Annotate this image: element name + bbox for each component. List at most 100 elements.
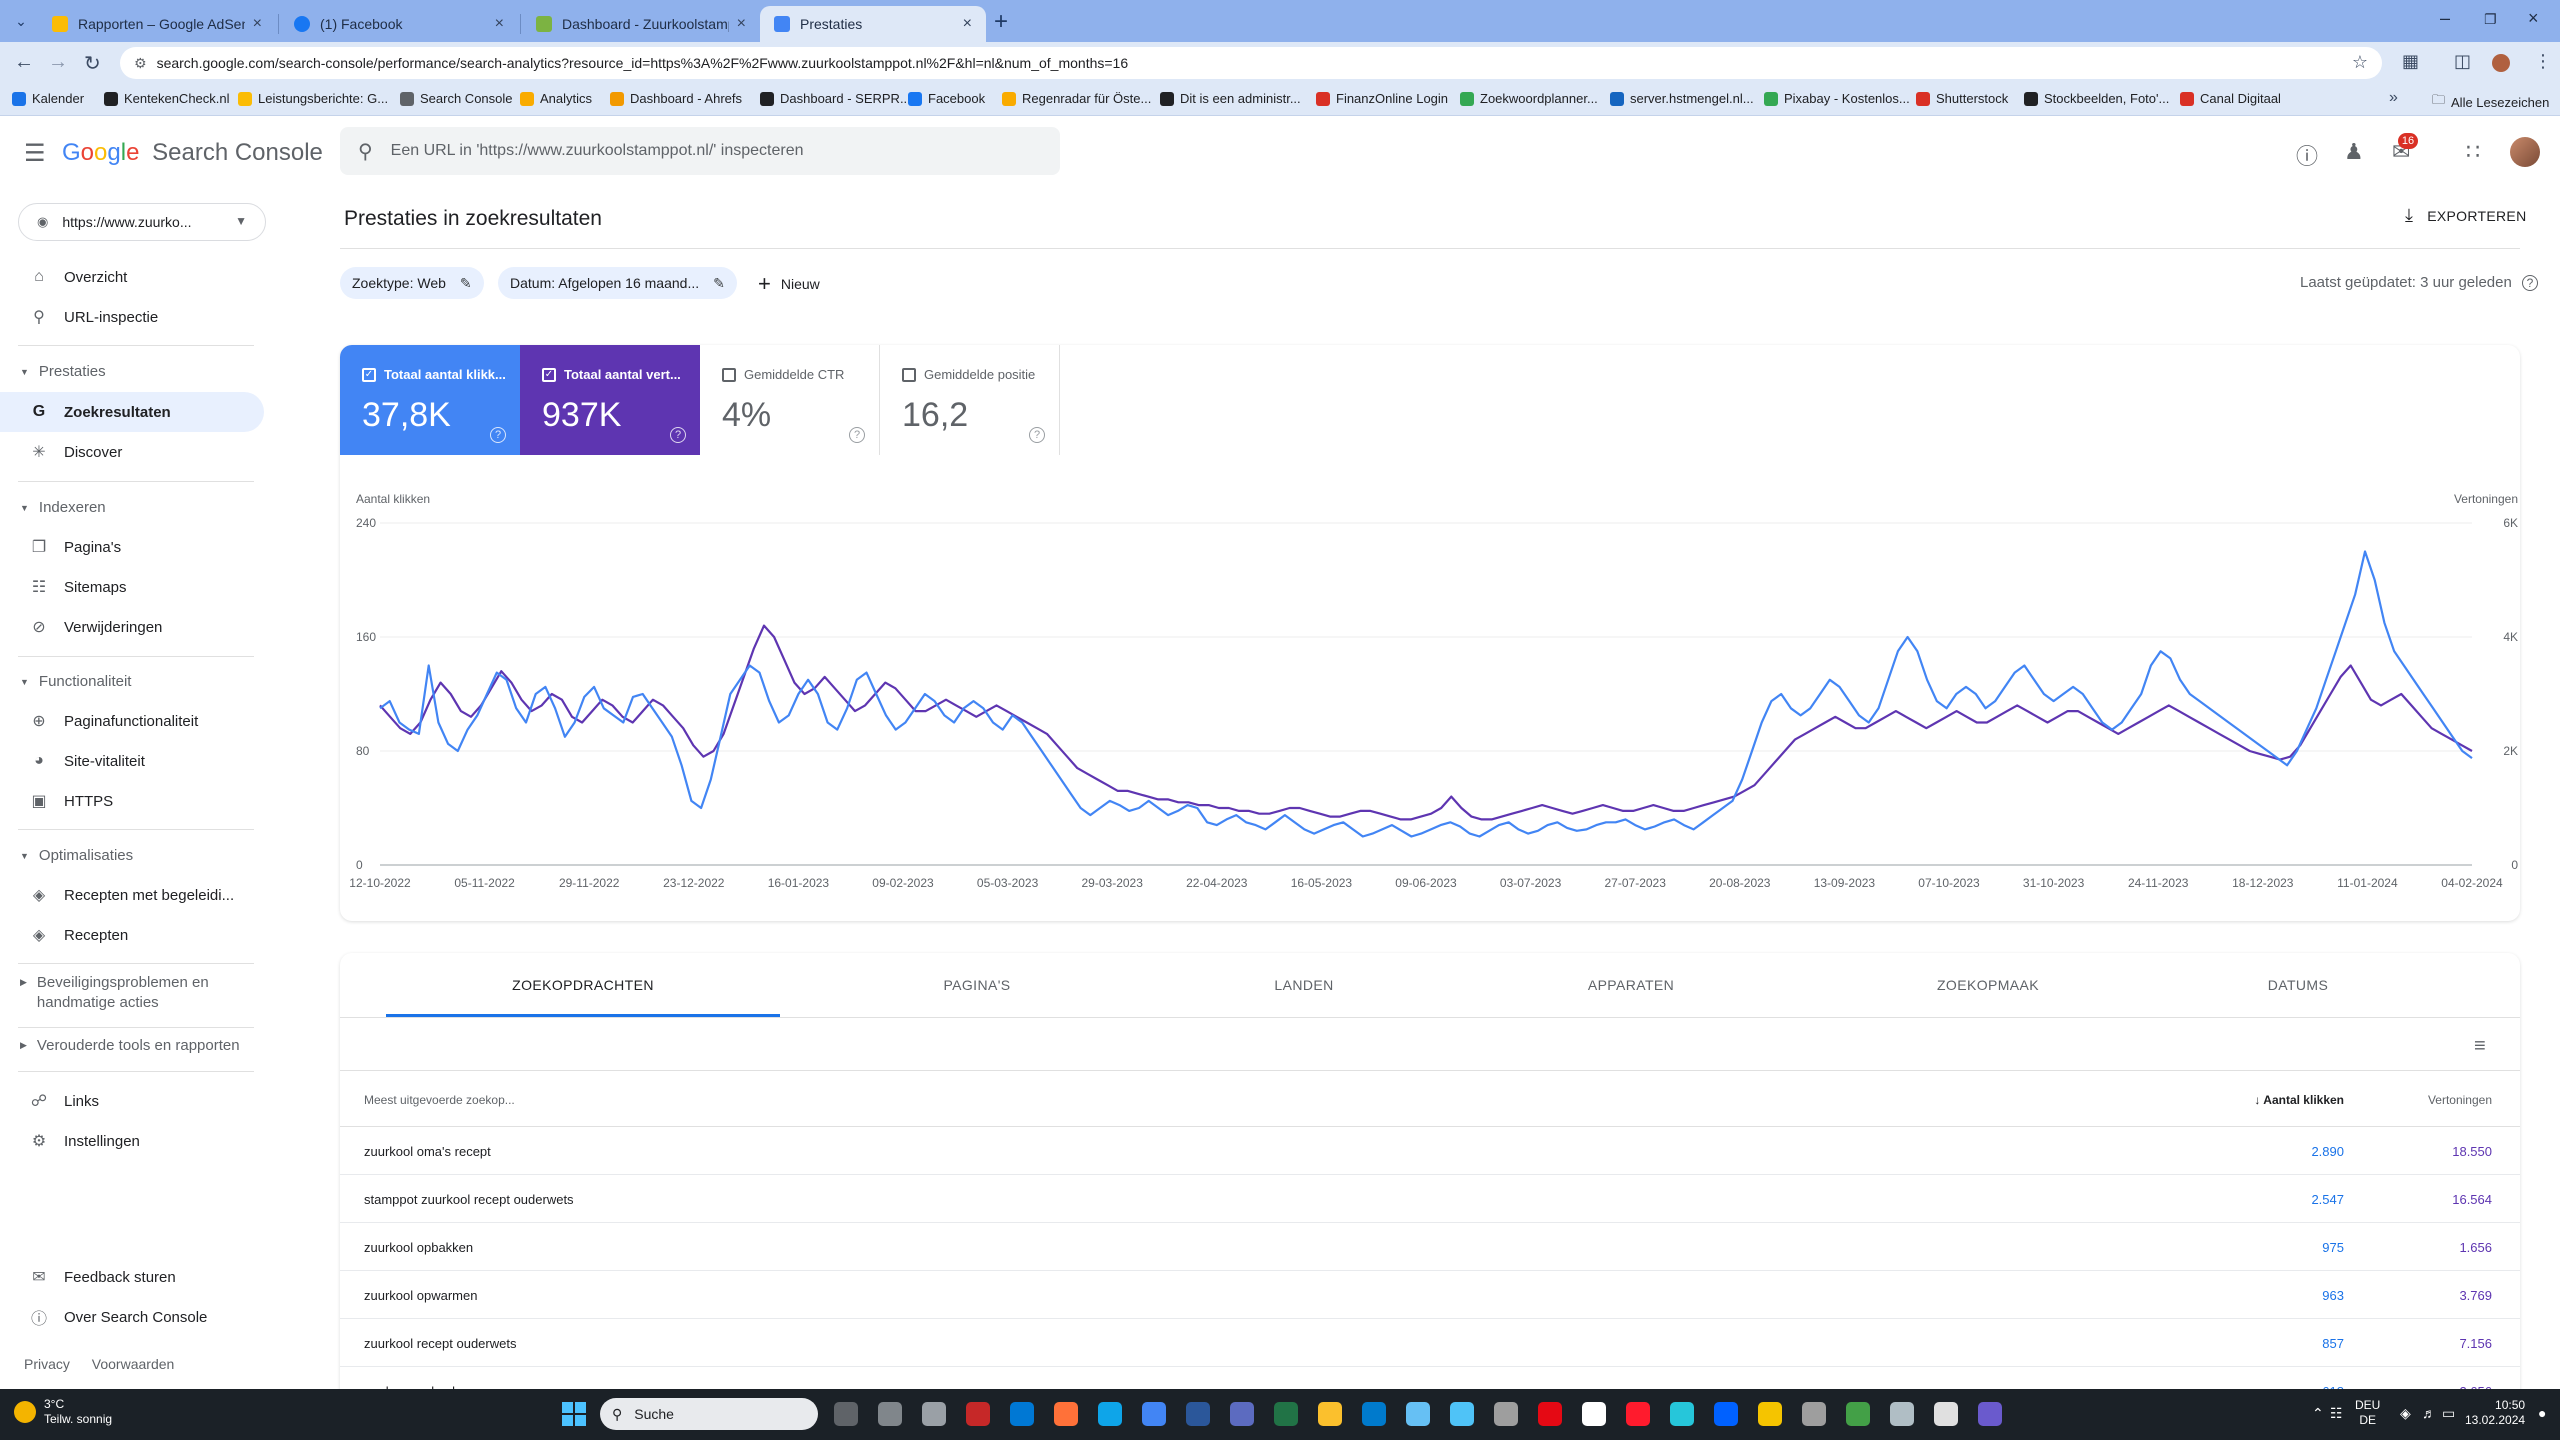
terms-link[interactable]: Voorwaarden (92, 1356, 175, 1372)
sidebar-item-discover[interactable]: ✳ Discover (0, 432, 264, 472)
sidebar-item-feedback[interactable]: ✉ Feedback sturen (0, 1257, 264, 1297)
bookmark-item[interactable]: Analytics (520, 91, 592, 106)
filezilla-icon[interactable] (966, 1402, 990, 1426)
bookmark-item[interactable]: Regenradar für Öste... (1002, 91, 1151, 106)
apps-grid-icon[interactable]: ∷ (2466, 139, 2480, 165)
close-tab-icon[interactable]: × (963, 15, 972, 33)
file-manager-icon[interactable] (834, 1402, 858, 1426)
close-window-icon[interactable]: × (2528, 8, 2539, 29)
url-omnibox[interactable]: ⚙ search.google.com/search-console/perfo… (120, 47, 2382, 79)
wifi-icon[interactable]: ◈ (2400, 1405, 2411, 1422)
tab-devices[interactable]: APPARATEN (1434, 953, 1828, 1017)
close-tab-icon[interactable]: × (253, 15, 262, 33)
filter-rows-icon[interactable]: ≡ (2474, 1035, 2486, 1058)
bookmark-star-icon[interactable]: ☆ (2352, 52, 2368, 73)
edit-pencil-icon[interactable]: ✎ (713, 275, 725, 292)
back-arrow-icon[interactable]: ← (14, 51, 34, 74)
taskbar-clock[interactable]: 10:50 13.02.2024 (2465, 1398, 2525, 1428)
metric-card-position[interactable]: Gemiddelde positie 16,2 ? (880, 345, 1060, 455)
minimize-icon[interactable]: – (2440, 8, 2450, 29)
bookmark-item[interactable]: server.hstmengel.nl... (1610, 91, 1754, 106)
tab-list-chevron-icon[interactable]: ⌄ (8, 8, 34, 34)
bookmark-item[interactable]: Shutterstock (1916, 91, 2008, 106)
weather-widget[interactable]: 3°C Teilw. sonnig (14, 1397, 112, 1427)
windows-start-icon[interactable] (562, 1402, 586, 1426)
archive-icon[interactable] (1494, 1402, 1518, 1426)
notes-icon[interactable] (878, 1402, 902, 1426)
bookmarks-overflow-icon[interactable]: » (2389, 89, 2398, 107)
sidebar-section-legacy[interactable]: ▶ Verouderde tools en rapporten (20, 1037, 240, 1054)
tab-search-appearance[interactable]: ZOEKOPMAAK (1828, 953, 2148, 1017)
vscode-icon[interactable] (1362, 1402, 1386, 1426)
forward-arrow-icon[interactable]: → (48, 51, 68, 74)
browser-menu-icon[interactable]: ⋮ (2534, 51, 2552, 72)
table-row[interactable]: stamppot zuurkool recept ouderwets 2.547 1… (340, 1175, 2520, 1223)
avatar[interactable] (2510, 137, 2540, 167)
column-header-impressions[interactable]: Vertoningen (2428, 1093, 2492, 1107)
url-inspect-search-input[interactable]: ⚲ Een URL in 'https://www.zuurkoolstampp… (340, 127, 1060, 175)
folder-icon[interactable] (1318, 1402, 1342, 1426)
checkbox-checked-icon[interactable]: ✓ (362, 367, 376, 382)
privacy-link[interactable]: Privacy (24, 1356, 70, 1372)
sidebar-item-recipes[interactable]: ◈ Recepten (0, 915, 264, 955)
metric-card-clicks[interactable]: ✓ Totaal aantal klikk... 37,8K ? (340, 345, 520, 455)
restore-icon[interactable]: ❐ (2484, 11, 2497, 28)
main-menu-icon[interactable]: ☰ (24, 139, 46, 168)
edit-pencil-icon[interactable]: ✎ (460, 275, 472, 292)
tray-chevron-icon[interactable]: ⌃ (2312, 1405, 2324, 1422)
bookmark-item[interactable]: Search Console (400, 91, 513, 106)
taskbar-search-input[interactable]: ⚲ Suche (600, 1398, 818, 1430)
new-tab-plus-icon[interactable]: + (994, 8, 1008, 36)
edge-icon[interactable] (1098, 1402, 1122, 1426)
help-icon[interactable]: ? (1029, 427, 1045, 443)
bookmark-item[interactable]: FinanzOnline Login (1316, 91, 1448, 106)
sidebar-item-about[interactable]: ⓘ Over Search Console (0, 1297, 264, 1337)
coin-icon[interactable] (1758, 1402, 1782, 1426)
battery-icon[interactable]: ▭ (2442, 1405, 2455, 1422)
tab-countries[interactable]: LANDEN (1174, 953, 1434, 1017)
browser-tab-facebook[interactable]: (1) Facebook × (280, 6, 518, 42)
profile-avatar-icon[interactable] (2492, 54, 2510, 72)
sidebar-item-sitemaps[interactable]: ☷ Sitemaps (0, 567, 264, 607)
sidebar-section-optimizations[interactable]: ▼ Optimalisaties (20, 847, 133, 864)
close-tab-icon[interactable]: × (495, 15, 504, 33)
netflix-icon[interactable] (1538, 1402, 1562, 1426)
extensions-puzzle-icon[interactable]: ▦ (2402, 51, 2419, 72)
language-indicator[interactable]: DEU DE (2355, 1398, 2380, 1428)
site-info-icon[interactable]: ⚙ (134, 55, 147, 72)
sidebar-item-search-results[interactable]: G Zoekresultaten (0, 392, 264, 432)
sidebar-item-https[interactable]: ▣ HTTPS (0, 781, 264, 821)
performance-line-chart[interactable]: Aantal klikken Vertoningen 240 6K 160 4K 80 2K 0… (340, 475, 2520, 905)
bookmark-item[interactable]: Dashboard - SERPR... (760, 91, 911, 106)
outlook-icon[interactable] (1010, 1402, 1034, 1426)
sidebar-section-indexing[interactable]: ▼ Indexeren (20, 499, 106, 516)
tab-pages[interactable]: PAGINA'S (780, 953, 1174, 1017)
side-panel-icon[interactable]: ◫ (2454, 51, 2471, 72)
opera-icon[interactable] (1626, 1402, 1650, 1426)
sidebar-item-pages[interactable]: ❐ Pagina's (0, 527, 264, 567)
column-header-clicks[interactable]: ↓ Aantal klikken (2254, 1093, 2344, 1107)
bookmark-item[interactable]: KentekenCheck.nl (104, 91, 230, 106)
obs-icon[interactable] (1978, 1402, 2002, 1426)
reload-icon[interactable]: ↻ (84, 51, 101, 76)
calculator-icon[interactable] (1450, 1402, 1474, 1426)
calculator-app-icon[interactable] (1802, 1402, 1826, 1426)
new-filter-button[interactable]: + Nieuw (758, 271, 820, 297)
checkbox-checked-icon[interactable]: ✓ (542, 367, 556, 382)
browser-tab-adsense[interactable]: Rapporten – Google AdSense × (38, 6, 276, 42)
search-console-logo[interactable]: Google Search Console (62, 139, 323, 167)
sidebar-item-overview[interactable]: ⌂ Overzicht (0, 257, 264, 297)
table-row[interactable]: zuurkool opwarmen 963 3.769 (340, 1271, 2520, 1319)
tab-queries[interactable]: ZOEKOPDRACHTEN (386, 953, 780, 1017)
sidebar-item-guided-recipes[interactable]: ◈ Recepten met begeleidi... (0, 875, 264, 915)
table-row[interactable]: zuurkool opbakken 975 1.656 (340, 1223, 2520, 1271)
shield-icon[interactable] (922, 1402, 946, 1426)
vpn-icon[interactable] (1670, 1402, 1694, 1426)
property-selector[interactable]: ◉ https://www.zuurko... ▼ (18, 203, 266, 241)
browser-tab-prestaties[interactable]: Prestaties × (760, 6, 986, 42)
excel-icon[interactable] (1274, 1402, 1298, 1426)
filter-chip-search-type[interactable]: Zoektype: Web ✎ (340, 267, 484, 299)
bookmark-item[interactable]: Facebook (908, 91, 985, 106)
bookmark-item[interactable]: Dashboard - Ahrefs (610, 91, 742, 106)
sidebar-item-page-functionality[interactable]: ⊕ Paginafunctionaliteit (0, 701, 264, 741)
